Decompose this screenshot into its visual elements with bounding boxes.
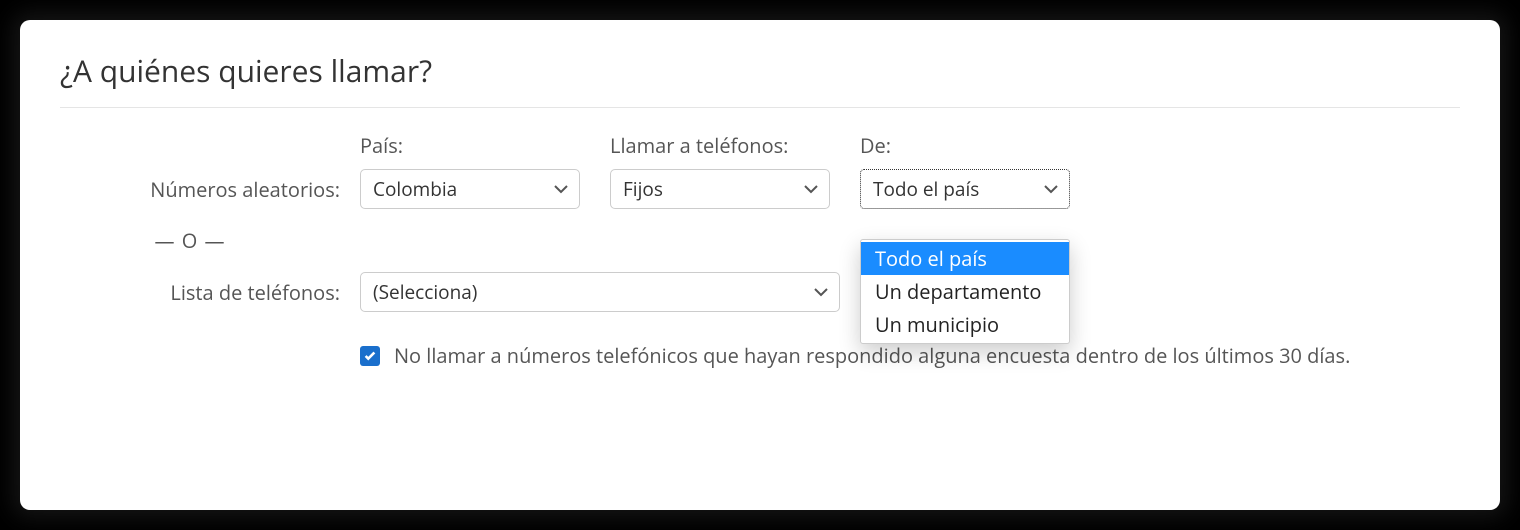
chevron-down-icon: [813, 284, 829, 300]
phone-list-row: Lista de teléfonos: (Selecciona): [100, 272, 1460, 312]
chevron-down-icon: [553, 181, 569, 197]
de-select-value: Todo el país: [873, 176, 979, 202]
page-title: ¿A quiénes quieres llamar?: [60, 50, 1460, 108]
column-labels-row: País: Llamar a teléfonos: De:: [100, 132, 1460, 163]
no-call-checkbox-row: No llamar a números telefónicos que haya…: [360, 342, 1460, 369]
random-numbers-label: Números aleatorios:: [100, 176, 360, 203]
no-call-checkbox-label: No llamar a números telefónicos que haya…: [394, 342, 1350, 369]
chevron-down-icon: [1043, 181, 1059, 197]
llamar-label: Llamar a teléfonos:: [610, 132, 830, 159]
random-numbers-row: Números aleatorios: Colombia Fijos Todo …: [100, 169, 1460, 209]
pais-select[interactable]: Colombia: [360, 169, 580, 209]
de-option-municipio[interactable]: Un municipio: [861, 308, 1069, 341]
de-label: De:: [860, 132, 1070, 159]
chevron-down-icon: [803, 181, 819, 197]
de-dropdown: Todo el país Un departamento Un municipi…: [860, 239, 1070, 344]
de-option-todo[interactable]: Todo el país: [861, 242, 1069, 275]
phone-list-select[interactable]: (Selecciona): [360, 272, 840, 312]
pais-label: País:: [360, 132, 580, 159]
llamar-select[interactable]: Fijos: [610, 169, 830, 209]
or-separator: — O —: [100, 227, 360, 254]
phone-list-label: Lista de teléfonos:: [100, 279, 360, 306]
de-select[interactable]: Todo el país: [860, 169, 1070, 209]
form-area: País: Llamar a teléfonos: De: Números al…: [60, 132, 1460, 369]
pais-select-value: Colombia: [373, 176, 457, 202]
or-separator-row: — O —: [100, 227, 1460, 254]
phone-list-select-value: (Selecciona): [373, 279, 477, 305]
llamar-select-value: Fijos: [623, 176, 663, 202]
config-panel: ¿A quiénes quieres llamar? País: Llamar …: [20, 20, 1500, 510]
no-call-checkbox[interactable]: [360, 346, 380, 366]
de-option-departamento[interactable]: Un departamento: [861, 275, 1069, 308]
check-icon: [363, 349, 377, 363]
